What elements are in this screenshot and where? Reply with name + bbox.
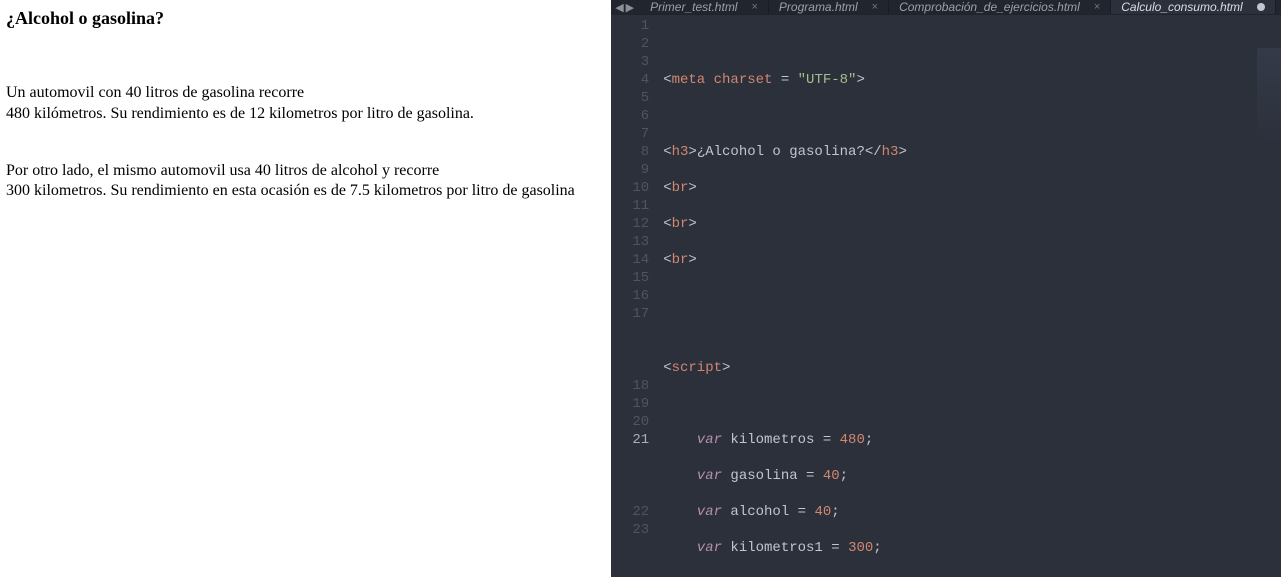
tab-label: Comprobación_de_ejercicios.html <box>899 0 1080 14</box>
tab-programa[interactable]: Programa.html × <box>769 0 889 14</box>
dirty-dot-icon <box>1257 3 1265 11</box>
paragraph-1: Un automovil con 40 litros de gasolina r… <box>6 83 605 125</box>
tab-label: Primer_test.html <box>650 0 737 14</box>
close-icon[interactable]: × <box>751 1 757 13</box>
line-gutter: 1234567891011121314151617181920212223 <box>611 15 657 577</box>
code-editor: ◀ ▶ Primer_test.html × Programa.html × C… <box>611 0 1281 577</box>
tab-label: Programa.html <box>779 0 858 14</box>
tab-calculo-consumo[interactable]: Calculo_consumo.html <box>1111 0 1275 14</box>
tab-label: Calculo_consumo.html <box>1121 0 1242 14</box>
page-heading: ¿Alcohol o gasolina? <box>6 8 605 29</box>
nav-prev-icon[interactable]: ◀ <box>615 1 623 14</box>
tab-primer-test[interactable]: Primer_test.html × <box>640 0 769 14</box>
browser-preview: ¿Alcohol o gasolina? Un automovil con 40… <box>0 0 611 577</box>
code-area[interactable]: <meta charset = "UTF-8"> <h3>¿Alcohol o … <box>657 15 1281 577</box>
tab-comprobacion[interactable]: Comprobación_de_ejercicios.html × <box>889 0 1111 14</box>
tab-bar: ◀ ▶ Primer_test.html × Programa.html × C… <box>611 0 1281 14</box>
close-icon[interactable]: × <box>872 1 878 13</box>
nav-next-icon[interactable]: ▶ <box>626 1 634 14</box>
close-icon[interactable]: × <box>1094 1 1100 13</box>
paragraph-2: Por otro lado, el mismo automovil usa 40… <box>6 161 605 203</box>
minimap[interactable] <box>1257 48 1281 148</box>
